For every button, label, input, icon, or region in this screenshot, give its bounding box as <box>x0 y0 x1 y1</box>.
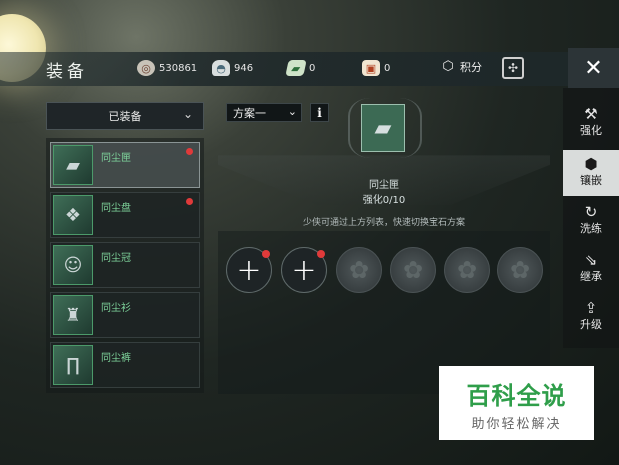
tab-label: 镶嵌 <box>580 174 602 187</box>
gift-box-value: 0 <box>384 62 391 74</box>
red-dot-badge <box>186 198 193 205</box>
coin-value: 530861 <box>159 62 198 74</box>
gem-icon: ⬢ <box>584 155 598 173</box>
hammer-icon: ⚒ <box>584 105 598 123</box>
lock-emblem-icon: ✿ <box>348 256 370 284</box>
tab-label: 强化 <box>580 124 602 137</box>
scheme-label: 方案一 <box>233 106 266 120</box>
page-title: 装备 <box>46 62 88 82</box>
tab-label: 升级 <box>580 318 602 331</box>
equip-level: 强化0/10 <box>362 195 406 206</box>
gift-box-resource: ▣ 0 <box>362 60 390 76</box>
gem-slot-add[interactable]: + <box>226 247 272 293</box>
ticket-resource: ▰ 0 <box>285 60 316 76</box>
item-name: 同尘盘 <box>101 203 131 214</box>
list-item[interactable]: ❖ 同尘盘 <box>50 192 200 238</box>
refresh-icon: ↻ <box>584 203 598 221</box>
score-button[interactable]: ⬡ 积分 <box>440 59 482 75</box>
bag-button[interactable]: ✣ <box>502 57 524 79</box>
watermark: 百科全说 助你轻松解决 <box>439 366 594 440</box>
tab-label: 继承 <box>580 270 602 283</box>
tab-inherit[interactable]: ⇘ 继承 <box>563 246 619 292</box>
case-icon: ▰ <box>374 115 392 141</box>
tab-refine[interactable]: ↻ 洗练 <box>563 198 619 244</box>
close-icon: ✕ <box>584 55 603 81</box>
list-item[interactable]: ☺ 同尘冠 <box>50 242 200 288</box>
tab-upgrade[interactable]: ⇪ 升级 <box>563 294 619 340</box>
plus-icon: + <box>236 252 262 288</box>
red-dot-badge <box>317 250 325 258</box>
gift-box-icon: ▣ <box>362 60 380 76</box>
coin-resource: ◎ 530861 <box>137 60 197 76</box>
info-icon: i <box>317 105 322 120</box>
tab-inlay[interactable]: ⬢ 镶嵌 <box>563 150 619 196</box>
gem-slot-add[interactable]: + <box>281 247 327 293</box>
score-icon: ⬡ <box>442 59 454 74</box>
list-item[interactable]: ▰ 同尘匣 <box>50 142 200 188</box>
item-name: 同尘衫 <box>101 303 131 314</box>
list-item[interactable]: ∏ 同尘裤 <box>50 342 200 388</box>
pants-icon: ∏ <box>53 345 93 385</box>
ticket-value: 0 <box>309 62 316 74</box>
scheme-dropdown[interactable]: 方案一 ⌄ <box>226 103 302 122</box>
inherit-icon: ⇘ <box>584 251 598 269</box>
upgrade-icon: ⇪ <box>584 299 598 317</box>
equip-filter-label: 已装备 <box>108 110 142 123</box>
score-label: 积分 <box>460 61 482 74</box>
ingot-resource: ◓ 946 <box>212 60 253 76</box>
lock-emblem-icon: ✿ <box>456 256 478 284</box>
red-dot-badge <box>262 250 270 258</box>
item-name: 同尘裤 <box>101 353 131 364</box>
crown-icon: ☺ <box>53 245 93 285</box>
ingot-icon: ◓ <box>212 60 230 76</box>
shirt-icon: ♜ <box>53 295 93 335</box>
chevron-down-icon: ⌄ <box>287 105 297 118</box>
plate-icon: ❖ <box>53 195 93 235</box>
scheme-hint: 少侠可通过上方列表，快速切换宝石方案 <box>302 218 465 228</box>
chevron-down-icon: ⌄ <box>182 107 193 121</box>
equipment-list[interactable]: ▰ 同尘匣 ❖ 同尘盘 ☺ 同尘冠 ♜ 同尘衫 ∏ 同尘裤 <box>46 138 204 393</box>
gem-slot-locked[interactable]: ✿ <box>390 247 436 293</box>
lock-emblem-icon: ✿ <box>509 256 531 284</box>
side-tab-bar: ⚒ 强化 ⬢ 镶嵌 ↻ 洗练 ⇘ 继承 ⇪ 升级 <box>563 88 619 348</box>
ticket-icon: ▰ <box>285 60 307 76</box>
equip-filter-dropdown[interactable]: 已装备 ⌄ <box>46 102 204 130</box>
red-dot-badge <box>186 148 193 155</box>
tab-label: 洗练 <box>580 222 602 235</box>
item-name: 同尘匣 <box>101 153 131 164</box>
equip-name: 同尘匣 <box>369 180 399 191</box>
watermark-sub: 助你轻松解决 <box>471 417 562 432</box>
info-button[interactable]: i <box>310 103 329 122</box>
close-button[interactable]: ✕ <box>568 48 619 88</box>
gem-slot-locked[interactable]: ✿ <box>497 247 543 293</box>
gem-slot-locked[interactable]: ✿ <box>444 247 490 293</box>
ingot-value: 946 <box>234 62 254 74</box>
watermark-main: 百科全说 <box>466 382 567 410</box>
bag-icon: ✣ <box>507 61 519 75</box>
coin-icon: ◎ <box>137 60 155 76</box>
lock-emblem-icon: ✿ <box>402 256 424 284</box>
gem-slot-locked[interactable]: ✿ <box>336 247 382 293</box>
plus-icon: + <box>291 252 317 288</box>
case-icon: ▰ <box>53 145 93 185</box>
item-name: 同尘冠 <box>101 253 131 264</box>
tab-enhance[interactable]: ⚒ 强化 <box>563 100 619 146</box>
selected-equip-slot: ▰ <box>361 104 405 152</box>
list-item[interactable]: ♜ 同尘衫 <box>50 292 200 338</box>
